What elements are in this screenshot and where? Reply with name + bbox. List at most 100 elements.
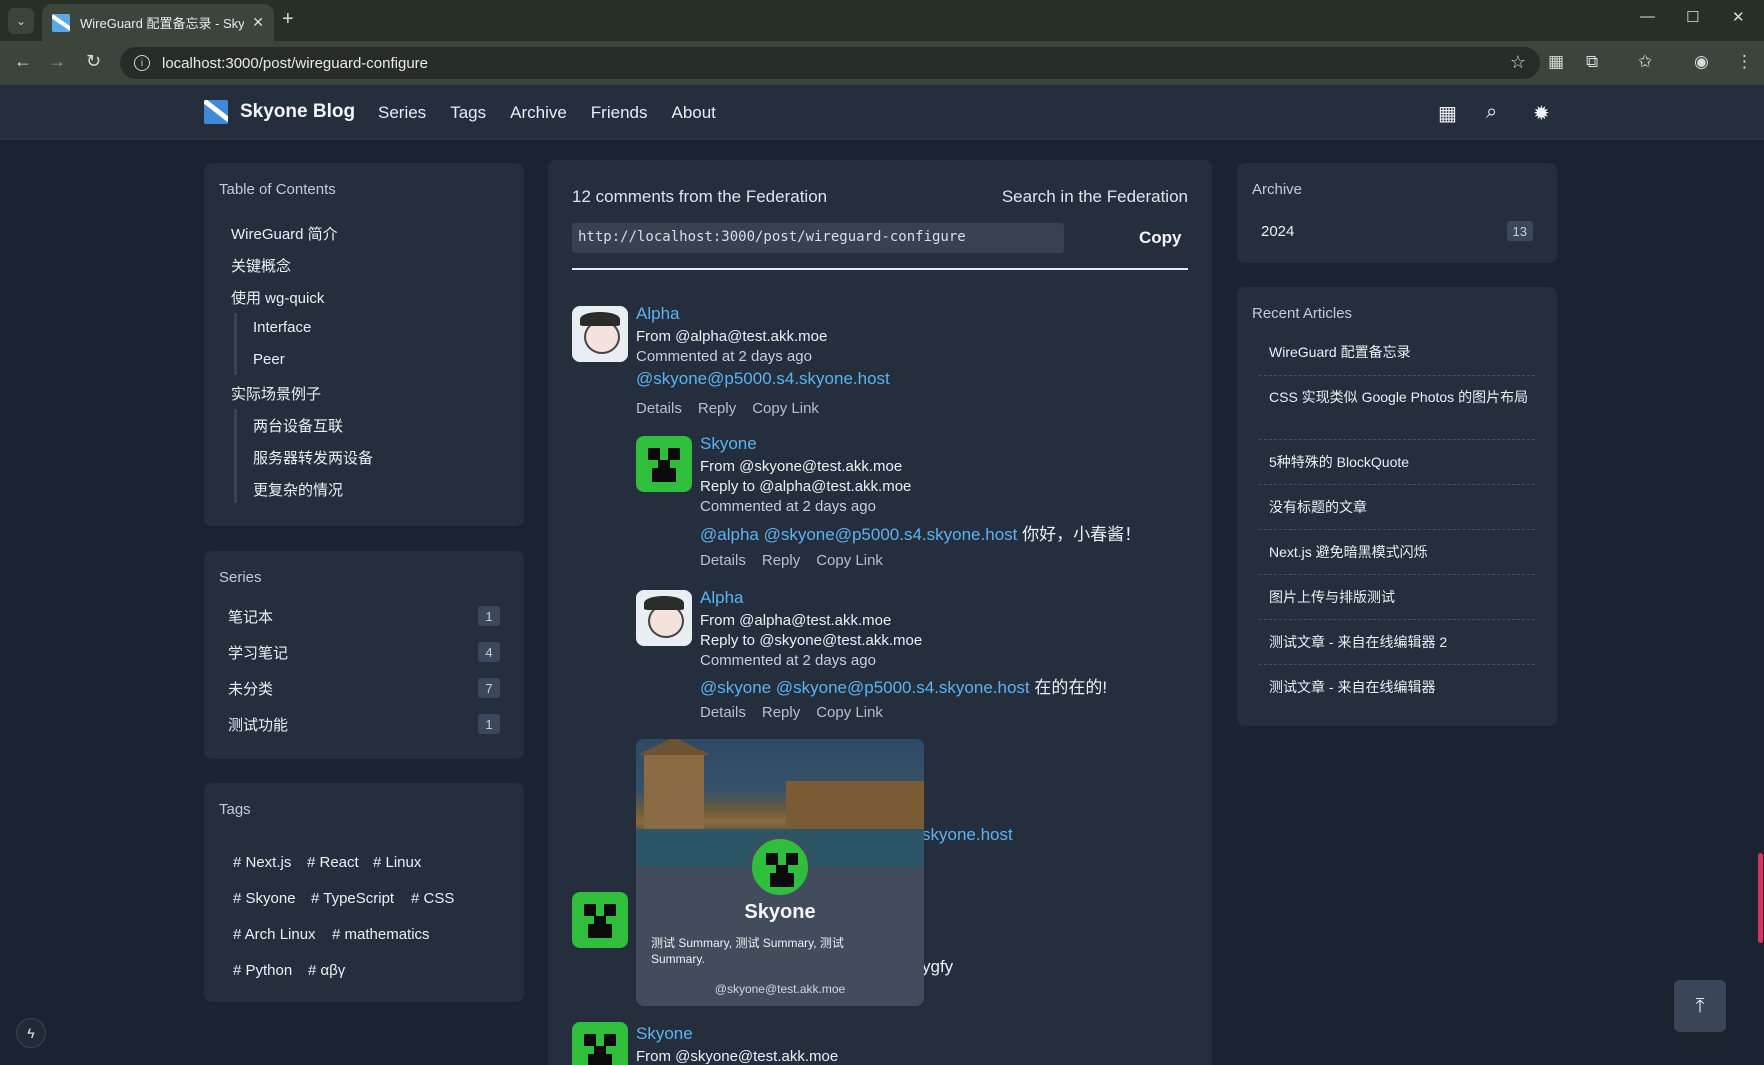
copy-link-button[interactable]: Copy Link (816, 552, 883, 569)
mention-link[interactable]: @skyone (700, 678, 771, 697)
reply-button[interactable]: Reply (698, 400, 736, 417)
extension-chart-icon[interactable]: ▦ (1548, 52, 1564, 72)
search-icon[interactable]: ⌕ (1486, 101, 1497, 124)
toc-subitem[interactable]: 两台设备互联 (253, 415, 343, 436)
address-bar[interactable]: i localhost:3000/post/wireguard-configur… (120, 47, 1540, 79)
page-scrollbar-thumb[interactable] (1758, 853, 1763, 943)
user-profile-hovercard[interactable]: Skyone 测试 Summary, 测试 Summary, 测试 Summar… (636, 739, 924, 1006)
maximize-icon[interactable]: ☐ (1686, 8, 1699, 26)
avatar[interactable] (572, 1022, 628, 1065)
forward-arrow-icon[interactable]: → (48, 51, 66, 72)
tag-link[interactable]: # Linux (373, 854, 421, 871)
back-to-top-button[interactable]: ⤒ (1674, 980, 1726, 1032)
recent-article-link[interactable]: 图片上传与排版测试 (1269, 588, 1533, 607)
federation-url-field[interactable]: http://localhost:3000/post/wireguard-con… (572, 223, 1064, 253)
tab-close-icon[interactable]: ✕ (252, 14, 264, 31)
details-button[interactable]: Details (700, 704, 746, 721)
comment-actions: Details Reply Copy Link (700, 704, 883, 721)
profile-avatar-icon[interactable]: ◉ (1694, 52, 1709, 72)
bookmarks-star-icon[interactable]: ✩ (1638, 52, 1652, 72)
tag-link[interactable]: # mathematics (332, 926, 430, 943)
recent-article-link[interactable]: 测试文章 - 来自在线编辑器 (1269, 678, 1533, 697)
avatar[interactable] (636, 436, 692, 492)
series-item[interactable]: 学习笔记 4 (228, 640, 500, 664)
recent-article-link[interactable]: WireGuard 配置备忘录 (1269, 343, 1533, 362)
recent-article-link[interactable]: 没有标题的文章 (1269, 498, 1533, 517)
extensions-puzzle-icon[interactable]: ⧉ (1586, 52, 1598, 72)
toc-subitem[interactable]: 更复杂的情况 (253, 479, 343, 500)
copy-url-button[interactable]: Copy (1139, 228, 1182, 248)
toc-item[interactable]: 实际场景例子 (231, 383, 321, 404)
comment-author[interactable]: Alpha (700, 588, 743, 608)
tag-link[interactable]: # Skyone (233, 890, 296, 907)
bookmark-star-icon[interactable]: ☆ (1510, 52, 1526, 73)
comment-time: Commented at 2 days ago (700, 652, 876, 669)
theme-toggle-icon[interactable]: ✹ (1533, 101, 1550, 126)
tag-link[interactable]: # Next.js (233, 854, 291, 871)
recent-article-link[interactable]: 测试文章 - 来自在线编辑器 2 (1269, 633, 1533, 652)
tag-link[interactable]: # Arch Linux (233, 926, 316, 943)
recent-article-link[interactable]: CSS 实现类似 Google Photos 的图片布局 (1269, 388, 1533, 407)
series-card: Series 笔记本 1 学习笔记 4 未分类 7 测试功能 1 (204, 551, 524, 759)
toc-item[interactable]: 关键概念 (231, 255, 291, 276)
apps-grid-icon[interactable]: ▦ (1438, 101, 1457, 126)
tag-link[interactable]: # Python (233, 962, 292, 979)
browser-tab-bar: ⌄ WireGuard 配置备忘录 - Skyone Blog ✕ + — ☐ … (0, 0, 1764, 41)
site-brand[interactable]: Skyone Blog (240, 101, 355, 123)
series-item[interactable]: 笔记本 1 (228, 604, 500, 628)
toc-item[interactable]: 使用 wg-quick (231, 287, 324, 308)
tag-link[interactable]: # αβγ (308, 962, 345, 979)
nav-tags[interactable]: Tags (450, 103, 486, 123)
series-title: Series (219, 569, 262, 586)
tag-link[interactable]: # CSS (411, 890, 454, 907)
avatar[interactable] (636, 590, 692, 646)
comment-author[interactable]: Alpha (636, 304, 679, 324)
browser-menu-kebab-icon[interactable]: ⋮ (1736, 52, 1753, 72)
reply-button[interactable]: Reply (762, 704, 800, 721)
federation-search-link[interactable]: Search in the Federation (1002, 187, 1188, 207)
nav-series[interactable]: Series (378, 103, 426, 123)
nav-archive[interactable]: Archive (510, 103, 567, 123)
site-header: Skyone Blog Series Tags Archive Friends … (0, 85, 1764, 140)
recent-article-link[interactable]: Next.js 避免暗黑模式闪烁 (1269, 543, 1533, 562)
mention-link[interactable]: @alpha (700, 525, 759, 544)
nav-friends[interactable]: Friends (591, 103, 648, 123)
toc-subitem[interactable]: 服务器转发两设备 (253, 447, 373, 468)
copy-link-button[interactable]: Copy Link (752, 400, 819, 417)
avatar[interactable] (572, 892, 628, 948)
profile-handle: @skyone@test.akk.moe (714, 982, 846, 996)
minimize-icon[interactable]: — (1640, 8, 1655, 25)
comment-author[interactable]: Skyone (636, 1024, 693, 1044)
tag-link[interactable]: # TypeScript (311, 890, 394, 907)
window-close-icon[interactable]: ✕ (1732, 8, 1745, 26)
comment-body: skyone.host (922, 825, 1013, 845)
series-item[interactable]: 未分类 7 (228, 676, 500, 700)
browser-tab-active[interactable]: WireGuard 配置备忘录 - Skyone Blog ✕ (42, 4, 274, 41)
series-item[interactable]: 测试功能 1 (228, 712, 500, 736)
comment-from: From @skyone@test.akk.moe (636, 1048, 839, 1065)
mention-link[interactable]: @skyone@p5000.s4.skyone.host (636, 369, 890, 388)
new-tab-plus-icon[interactable]: + (282, 8, 294, 31)
mention-link[interactable]: @skyone@p5000.s4.skyone.host (776, 678, 1030, 697)
nav-about[interactable]: About (671, 103, 715, 123)
details-button[interactable]: Details (700, 552, 746, 569)
reply-button[interactable]: Reply (762, 552, 800, 569)
toc-subitem[interactable]: Peer (253, 351, 285, 368)
toc-item[interactable]: WireGuard 简介 (231, 223, 338, 244)
tag-link[interactable]: # React (307, 854, 359, 871)
comment-author[interactable]: Skyone (700, 434, 757, 454)
avatar[interactable] (572, 306, 628, 362)
tab-search-chevron-icon[interactable]: ⌄ (8, 8, 34, 34)
mention-link[interactable]: skyone.host (922, 825, 1013, 844)
mention-link[interactable]: @skyone@p5000.s4.skyone.host (764, 525, 1018, 544)
toc-subitem[interactable]: Interface (253, 319, 311, 336)
blog-logo-icon[interactable] (204, 100, 228, 124)
archive-year-item[interactable]: 2024 13 (1261, 219, 1533, 243)
recent-article-link[interactable]: 5种特殊的 BlockQuote (1269, 453, 1533, 472)
site-info-icon[interactable]: i (134, 55, 150, 71)
reload-icon[interactable]: ↻ (86, 51, 101, 72)
lightning-bolt-icon[interactable]: ϟ (16, 1018, 46, 1048)
back-arrow-icon[interactable]: ← (14, 51, 32, 72)
copy-link-button[interactable]: Copy Link (816, 704, 883, 721)
details-button[interactable]: Details (636, 400, 682, 417)
